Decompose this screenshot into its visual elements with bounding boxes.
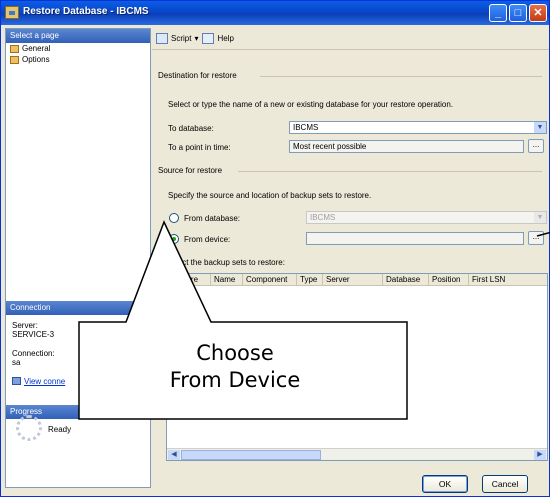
from-database-radio[interactable]: [169, 213, 179, 223]
from-device-label: From device:: [184, 235, 231, 244]
group-divider: [238, 171, 542, 172]
dialog-buttons: OK Cancel: [152, 466, 549, 496]
properties-icon: [12, 377, 21, 385]
column-name[interactable]: Name: [211, 274, 243, 285]
connection-label: Connection:: [12, 349, 55, 358]
view-connection-properties[interactable]: View conne: [12, 377, 65, 386]
help-button[interactable]: Help: [202, 33, 234, 44]
column-server[interactable]: Server: [323, 274, 383, 285]
group-divider: [260, 76, 542, 77]
from-device-radio[interactable]: [169, 234, 179, 244]
destination-group-label: Destination for restore: [158, 71, 237, 80]
window-title: Restore Database - IBCMS: [23, 6, 149, 17]
scroll-right-icon[interactable]: ▶: [534, 450, 546, 460]
select-backup-sets-label: lect the backup sets to restore:: [176, 258, 285, 267]
column-restore[interactable]: Restore: [167, 274, 211, 285]
page-item-options[interactable]: Options: [6, 54, 150, 65]
from-database-value: IBCMS: [310, 213, 336, 222]
script-button[interactable]: Script ▾: [156, 33, 198, 44]
cancel-button[interactable]: Cancel: [482, 475, 528, 493]
page-icon: [10, 44, 19, 53]
toolbar: Script ▾ Help: [152, 28, 549, 50]
destination-instruction: Select or type the name of a new or exis…: [168, 100, 454, 109]
to-database-value: IBCMS: [293, 123, 319, 132]
to-database-label: To database:: [168, 124, 214, 133]
point-in-time-field: Most recent possible: [289, 140, 524, 153]
from-database-label: From database:: [184, 214, 241, 223]
script-icon: [156, 33, 168, 44]
page-item-general[interactable]: General: [6, 43, 150, 54]
source-group-label: Source for restore: [158, 166, 223, 175]
from-device-browse-button[interactable]: ...: [528, 231, 544, 245]
page-icon: [10, 55, 19, 64]
progress-status: Ready: [48, 425, 72, 434]
page-item-label: Options: [22, 55, 50, 64]
chevron-down-icon[interactable]: ▼: [534, 122, 546, 133]
maximize-button[interactable]: □: [509, 4, 527, 22]
database-icon: [5, 6, 19, 19]
connection-value: sa: [12, 358, 21, 367]
scroll-left-icon[interactable]: ◀: [168, 450, 180, 460]
source-instruction: Specify the source and location of backu…: [168, 191, 372, 200]
minimize-button[interactable]: _: [489, 4, 507, 22]
page-item-label: General: [22, 44, 51, 53]
chevron-down-icon: ▾: [194, 34, 199, 43]
from-device-field: [306, 232, 524, 245]
callout-line-1: Choose: [196, 341, 274, 365]
point-in-time-value: Most recent possible: [293, 142, 367, 151]
scroll-thumb[interactable]: [181, 450, 321, 460]
close-button[interactable]: ✕: [529, 4, 547, 22]
grid-header: Restore Name Component Type Server Datab…: [167, 274, 547, 286]
server-value: SERVICE-3: [12, 330, 55, 339]
chevron-down-icon: ▼: [534, 212, 546, 223]
column-component[interactable]: Component: [243, 274, 297, 285]
progress-spinner-icon: [16, 415, 42, 441]
connection-header: Connection: [6, 301, 150, 315]
left-pane: Select a page General Options Connection…: [5, 28, 151, 488]
to-database-combobox[interactable]: IBCMS ▼: [289, 121, 547, 134]
column-first-lsn[interactable]: First LSN: [469, 274, 539, 285]
point-in-time-label: To a point in time:: [168, 143, 231, 152]
callout-text: Choose From Device: [80, 340, 390, 394]
help-label: Help: [217, 34, 234, 43]
view-connection-link[interactable]: View conne: [24, 377, 65, 386]
horizontal-scrollbar[interactable]: ◀ ▶: [167, 448, 547, 460]
restore-database-window: Restore Database - IBCMS _ □ ✕ Select a …: [0, 0, 550, 497]
column-position[interactable]: Position: [429, 274, 469, 285]
callout-line-2: From Device: [169, 368, 301, 392]
help-icon: [202, 33, 215, 44]
column-type[interactable]: Type: [297, 274, 323, 285]
server-label: Server:: [12, 321, 38, 330]
title-bar[interactable]: Restore Database - IBCMS _ □ ✕: [1, 1, 549, 25]
select-page-header: Select a page: [6, 29, 150, 43]
from-database-combobox: IBCMS ▼: [306, 211, 547, 224]
script-label: Script: [171, 34, 192, 43]
point-in-time-browse-button[interactable]: ...: [528, 139, 544, 153]
column-database[interactable]: Database: [383, 274, 429, 285]
ok-button[interactable]: OK: [422, 475, 468, 493]
